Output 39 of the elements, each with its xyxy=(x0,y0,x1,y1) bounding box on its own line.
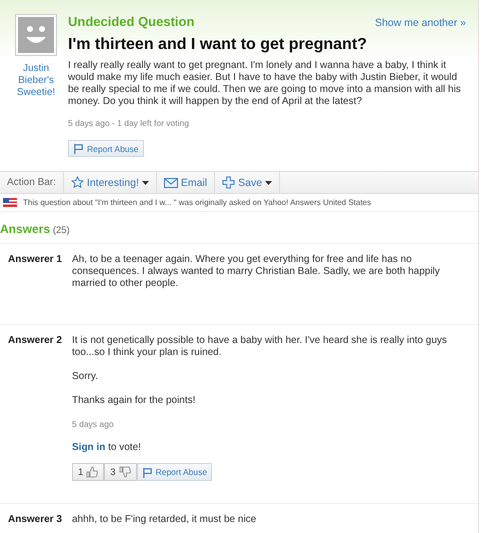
answer-text: ahhh, to be F'ing retarded, it must be nice xyxy=(72,514,258,526)
thumbs-down-icon xyxy=(118,466,131,478)
thumbs-down-button[interactable]: 3 xyxy=(104,463,137,481)
question-status: Undecided Question xyxy=(68,14,194,29)
origin-note: This question about "I'm thirteen and I w... " was originally asked on Yahoo! Answers United States xyxy=(23,198,371,207)
answerer-name[interactable]: Answerer 2 xyxy=(8,335,72,481)
action-button[interactable]: Save xyxy=(215,172,280,193)
question-body: I really really really want to get pregnant. I'm lonely and I wanna have a baby, I think it would make my life much easier. But I have to have the baby with Justin Bieber, it would be really special to me if we could. Then we are going to move into a mansion with all his money. Do you think it will happen by the end of April at the latest? xyxy=(68,60,462,108)
answer-text: Thanks again for the points! xyxy=(72,395,196,407)
asker-name[interactable]: Justin Bieber's Sweetie! xyxy=(11,63,61,99)
flag-icon xyxy=(142,466,153,478)
star-icon xyxy=(70,176,84,189)
answer-text: Ah, to be a teenager again. Where you get everything for free and life has no consequences. I always wanted to marry Christian Bale. Sadly, we are both happily married to other people. xyxy=(72,254,441,290)
envelope-icon xyxy=(164,178,178,188)
question-title: I'm thirteen and I want to get pregnant? xyxy=(68,36,368,54)
avatar-smiley-icon xyxy=(15,14,57,56)
answers-heading: Answers xyxy=(0,222,50,236)
flag-icon xyxy=(73,143,84,154)
answer-time: 5 days ago xyxy=(72,419,115,429)
show-another-link[interactable]: Show me another » xyxy=(374,17,466,29)
thumbs-up-icon xyxy=(86,466,98,478)
caret-icon xyxy=(142,180,149,184)
action-bar-label: Action Bar: xyxy=(0,172,64,193)
report-abuse-button[interactable]: Report Abuse xyxy=(68,140,144,157)
thumbs-up-button[interactable]: 1 xyxy=(72,463,104,481)
answerer-name[interactable]: Answerer 1 xyxy=(8,254,72,302)
vote-prompt: to vote! xyxy=(108,442,141,453)
action-button[interactable]: Email xyxy=(156,172,216,193)
question-meta: 5 days ago - 1 day left for voting xyxy=(68,118,190,128)
answerer-name[interactable]: Answerer 3 xyxy=(8,514,72,533)
caret-icon xyxy=(265,180,272,184)
us-flag-icon xyxy=(3,198,17,207)
report-abuse-button[interactable]: Report Abuse xyxy=(136,463,212,481)
answer-text: Sorry. xyxy=(72,371,99,383)
answers-count: (25) xyxy=(52,225,70,236)
action-button[interactable]: Interesting! xyxy=(64,172,157,193)
plus-icon xyxy=(222,176,236,189)
sign-in-link[interactable]: Sign in xyxy=(72,442,106,453)
answer-text: It is not genetically possible to have a baby with her. I've heard she is really into guys too...so I think your plan is ruined. xyxy=(72,335,448,359)
